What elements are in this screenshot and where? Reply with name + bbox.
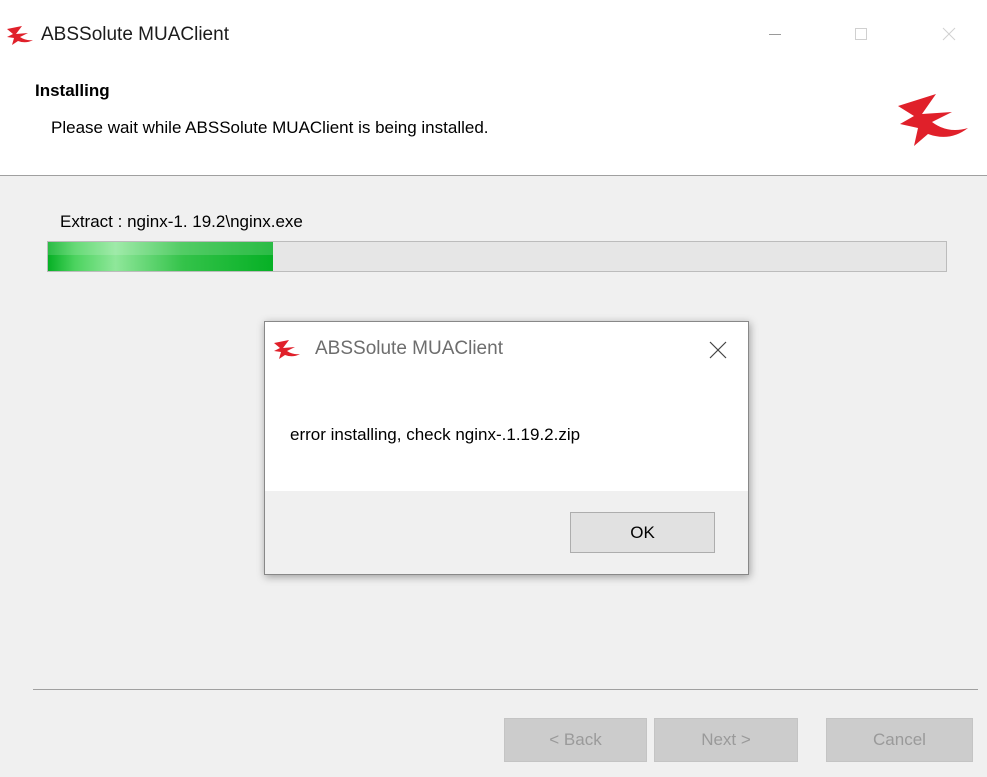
dialog-content-area: ABSSolute MUAClient error installing, ch… [265, 322, 748, 491]
progress-fill [48, 242, 273, 271]
app-logo-icon [7, 26, 33, 45]
cancel-button[interactable]: Cancel [826, 718, 973, 762]
extract-status-text: Extract : nginx-1. 19.2\nginx.exe [60, 212, 303, 231]
install-progress-bar [47, 241, 947, 272]
close-button[interactable] [926, 14, 972, 54]
maximize-icon [855, 28, 867, 40]
maximize-button[interactable] [838, 14, 884, 54]
error-dialog: ABSSolute MUAClient error installing, ch… [264, 321, 749, 575]
page-heading: Installing [35, 81, 110, 100]
minimize-button[interactable] [752, 14, 798, 54]
back-button[interactable]: < Back [504, 718, 647, 762]
dialog-message: error installing, check nginx-.1.19.2.zi… [290, 425, 581, 444]
next-button[interactable]: Next > [654, 718, 798, 762]
header-separator [0, 175, 987, 176]
close-icon [709, 341, 727, 359]
close-icon [942, 27, 956, 41]
dialog-close-button[interactable] [698, 332, 738, 368]
dialog-title: ABSSolute MUAClient [315, 338, 503, 359]
abssolute-logo-icon [898, 94, 968, 146]
page-subheading: Please wait while ABSSolute MUAClient is… [51, 118, 489, 137]
dialog-app-logo-icon [274, 340, 300, 359]
installer-header: Installing Please wait while ABSSolute M… [0, 72, 987, 176]
title-bar[interactable]: ABSSolute MUAClient [0, 0, 987, 72]
installer-window: ABSSolute MUAClient Installing Please wa… [0, 0, 987, 777]
minimize-icon [769, 34, 781, 35]
window-title: ABSSolute MUAClient [41, 24, 229, 45]
ok-button[interactable]: OK [570, 512, 715, 553]
footer-separator [33, 689, 978, 690]
